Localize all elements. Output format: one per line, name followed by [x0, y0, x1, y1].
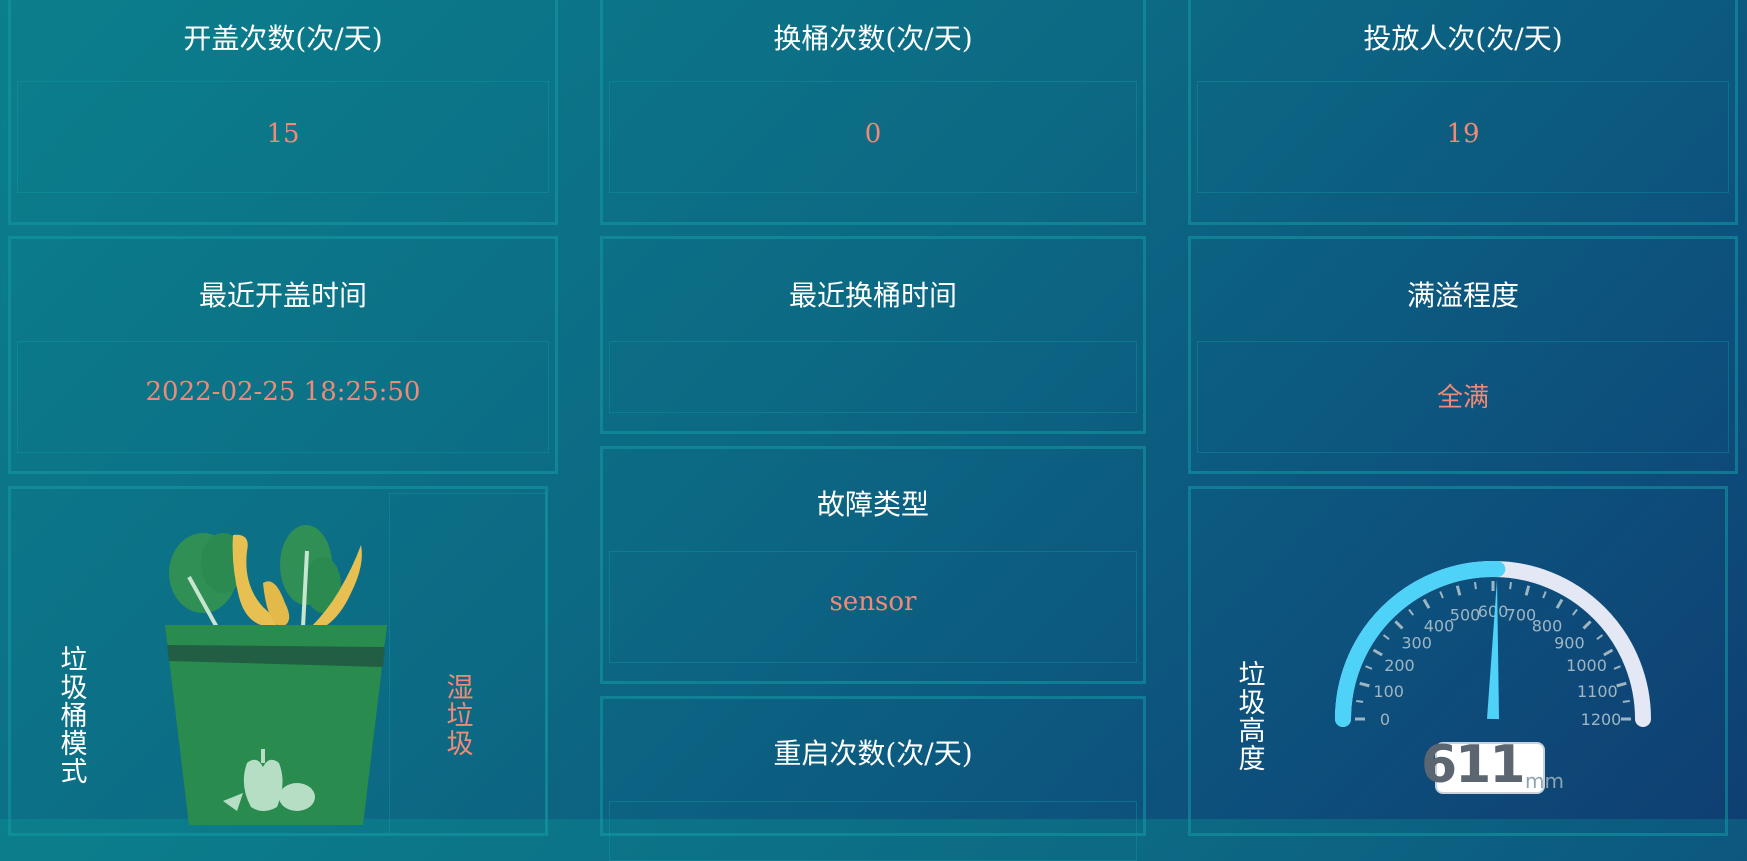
restart-count-card: 重启次数(次/天) [600, 696, 1146, 861]
gauge-tick [1439, 591, 1444, 599]
gauge-value: 611 [1421, 735, 1526, 795]
change-count-card: 换桶次数(次/天) 0 [600, 0, 1146, 225]
gauge-tick [1555, 598, 1564, 609]
gauge-tick-label: 900 [1554, 634, 1585, 653]
gauge-tick [1622, 699, 1630, 703]
gauge-tick [1394, 620, 1404, 630]
gauge-tick [1365, 665, 1373, 670]
last-open-title: 最近开盖时间 [198, 279, 367, 312]
gauge-tick [1596, 634, 1604, 641]
gauge-tick [1603, 648, 1614, 657]
gauge-tick-label: 600 [1478, 602, 1509, 621]
garbage-height-card: 垃圾高度 0 100 200 300 400 500 600 700 800 900 1000 110… [1188, 486, 1728, 836]
bin-mode-value-box [389, 493, 547, 834]
fault-type-title: 故障类型 [816, 488, 929, 521]
gauge-tick [1455, 585, 1462, 596]
bin-mode-card: 垃圾桶模式 湿垃圾 [8, 486, 548, 836]
gauge-tick-label: 800 [1532, 616, 1563, 635]
overflow-title: 满溢程度 [1406, 279, 1519, 312]
gauge-tick [1524, 585, 1531, 596]
last-change-title: 最近换桶时间 [788, 279, 957, 312]
wet-garbage-bin-icon [165, 525, 387, 825]
gauge-tick [1372, 648, 1383, 657]
fault-type-card: 故障类型 sensor [600, 446, 1146, 684]
restart-count-value-box [609, 801, 1137, 861]
gauge-tick [1509, 582, 1513, 590]
gauge-tick [1542, 591, 1547, 599]
overflow-value: 全满 [1436, 383, 1489, 413]
gauge-tick-label: 1000 [1566, 656, 1607, 675]
gauge-tick-label: 1200 [1581, 710, 1622, 729]
open-count-card: 开盖次数(次/天) 15 [8, 0, 558, 225]
change-count-value: 0 [864, 119, 882, 149]
gauge-needle [1487, 579, 1499, 720]
restart-count-title: 重启次数(次/天) [773, 737, 973, 770]
bin-mode-label: 垃圾桶模式 [60, 645, 88, 788]
gauge-unit: mm [1525, 769, 1564, 793]
gauge-tick [1613, 665, 1621, 670]
garbage-height-label: 垃圾高度 [1238, 660, 1266, 775]
open-count-title: 开盖次数(次/天) [183, 22, 383, 55]
drop-count-card: 投放人次(次/天) 19 [1188, 0, 1738, 225]
bin-mode-value: 湿垃圾 [446, 673, 474, 760]
last-change-card: 最近换桶时间 [600, 236, 1146, 434]
gauge-tick [1356, 699, 1364, 703]
gauge-tick [1382, 634, 1390, 641]
overflow-card: 满溢程度 全满 [1188, 236, 1738, 474]
gauge-tick [1571, 608, 1578, 616]
gauge-tick [1408, 608, 1415, 616]
gauge-tick-label: 100 [1373, 682, 1404, 701]
drop-count-title: 投放人次(次/天) [1363, 22, 1563, 55]
gauge-tick-label: 300 [1401, 634, 1432, 653]
open-count-value: 15 [266, 119, 300, 149]
gauge-tick [1359, 681, 1370, 688]
gauge-tick [1422, 598, 1431, 609]
fault-type-value: sensor [829, 587, 917, 617]
gauge-tick [1616, 681, 1627, 688]
gauge-tick-label: 0 [1380, 710, 1390, 729]
drop-count-value: 19 [1446, 119, 1480, 149]
gauge-tick [1582, 620, 1592, 630]
gauge-tick-label: 1100 [1577, 682, 1618, 701]
last-open-card: 最近开盖时间 2022-02-25 18:25:50 [8, 236, 558, 474]
gauge-tick-label: 500 [1450, 606, 1481, 625]
last-open-value: 2022-02-25 18:25:50 [145, 377, 421, 407]
change-count-title: 换桶次数(次/天) [773, 22, 973, 55]
gauge-tick-label: 200 [1384, 656, 1415, 675]
last-change-value-box [609, 341, 1137, 413]
gauge-tick [1473, 582, 1477, 590]
